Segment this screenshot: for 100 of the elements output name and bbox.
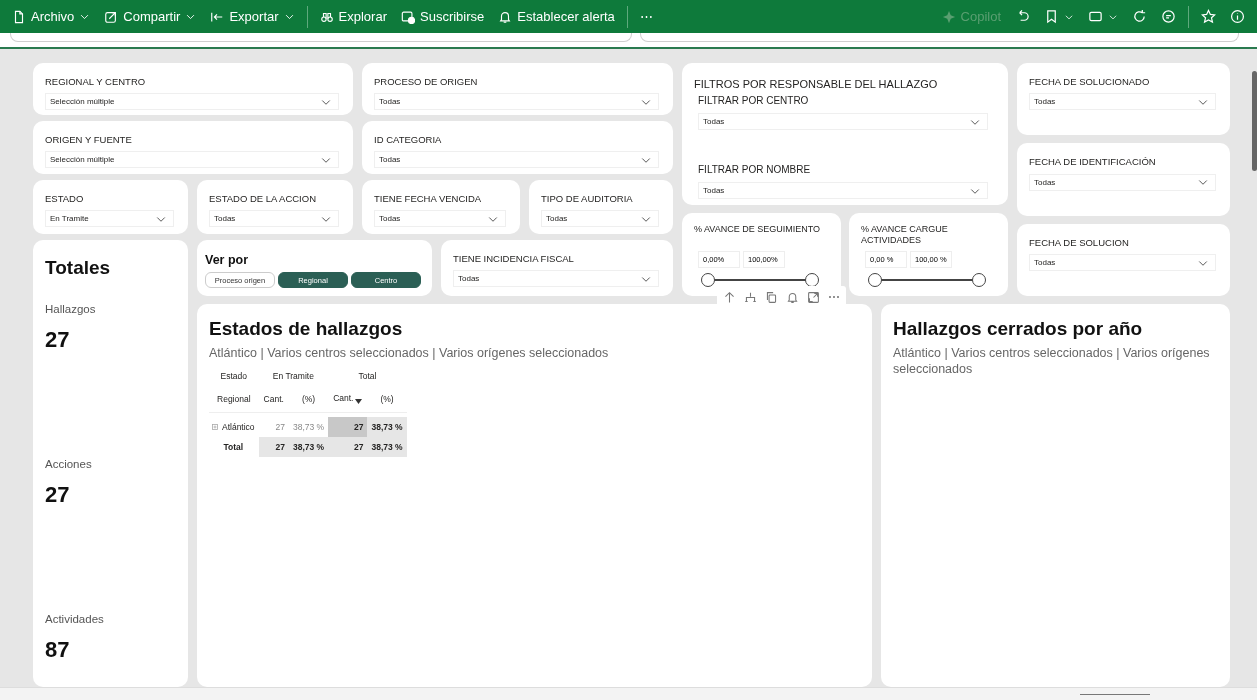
- slicer-label: ESTADO DE LA ACCION: [209, 193, 317, 205]
- more-options-button[interactable]: ⋯: [633, 5, 659, 28]
- dropdown-field[interactable]: Selección múltiple: [45, 151, 339, 169]
- column-header: En Tramite: [271, 370, 315, 384]
- visual-title: Hallazgos cerrados por año: [893, 318, 1144, 340]
- table-cell: 38,73 %: [367, 437, 407, 458]
- dropdown-value: Todas: [1034, 177, 1056, 187]
- dropdown-value: En Tramite: [50, 214, 89, 224]
- table-cell: 38,73 %: [288, 417, 329, 438]
- slider-thumb[interactable]: [805, 273, 819, 287]
- sparkle-icon: [941, 9, 956, 24]
- metric-label: Actividades: [45, 613, 105, 625]
- slider-thumb[interactable]: [972, 273, 986, 287]
- row-header: Total: [223, 442, 244, 453]
- mail-icon: [401, 9, 415, 24]
- slicer-label: PROCESO DE ORIGEN: [374, 76, 479, 88]
- slider-thumb[interactable]: [701, 273, 715, 287]
- up-arrow-icon[interactable]: [723, 290, 736, 304]
- dropdown-field[interactable]: Todas: [374, 93, 659, 111]
- dropdown-value: Todas: [214, 214, 236, 224]
- dropdown-field[interactable]: Todas: [453, 270, 659, 288]
- dropdown-value: Selección múltiple: [50, 155, 115, 165]
- dropdown-field[interactable]: Todas: [209, 210, 339, 228]
- slicer-label: % AVANCE DE SEGUIMIENTO: [694, 224, 822, 236]
- slicer-label: TIENE INCIDENCIA FISCAL: [453, 253, 575, 265]
- refresh-icon: [1132, 9, 1147, 24]
- column-header: Regional: [209, 385, 259, 413]
- table-cell: 27: [258, 417, 289, 438]
- toolbar-menu-button[interactable]: Establecer alerta: [492, 5, 621, 28]
- dropdown-value: Todas: [379, 214, 401, 224]
- slicer-label: TIPO DE AUDITORIA: [541, 193, 634, 205]
- dropdown-value: Todas: [458, 274, 480, 284]
- metric-value: 27: [45, 482, 71, 508]
- card-title: Totales: [45, 257, 112, 279]
- dropdown-value: Todas: [379, 97, 401, 107]
- slicer-label: REGIONAL Y CENTRO: [45, 76, 147, 88]
- slicer-label: FILTRAR POR NOMBRE: [698, 164, 812, 176]
- comment-icon: [1161, 9, 1176, 24]
- table-cell: 27: [258, 437, 289, 458]
- dropdown-field[interactable]: Todas: [698, 113, 988, 130]
- file-icon: [12, 9, 26, 24]
- column-header[interactable]: Cant.: [328, 385, 368, 413]
- dropdown-value: Todas: [379, 155, 401, 165]
- table-cell: 27: [328, 437, 368, 458]
- toolbar-menu-button[interactable]: Compartir: [98, 5, 203, 28]
- dropdown-value: Todas: [1034, 97, 1056, 107]
- dropdown-field[interactable]: Todas: [1029, 173, 1216, 191]
- visual-subtitle: Atlántico | Varios centros seleccionados | Varios orígenes seleccionados: [209, 345, 610, 362]
- filter-group-title: FILTROS POR RESPONSABLE DEL HALLAZGO: [694, 78, 939, 90]
- toolbar-menu-button[interactable]: Explorar: [313, 5, 393, 28]
- visual-subtitle: Atlántico | Varios centros seleccionados | Varios orígenes seleccionados: [893, 345, 1211, 378]
- column-header[interactable]: Cant.: [258, 385, 289, 413]
- more-options-button[interactable]: ⋯: [828, 290, 840, 304]
- dropdown-value: Todas: [1034, 258, 1056, 268]
- slicer-label: % AVANCE CARGUE ACTIVIDADES: [861, 224, 949, 247]
- dropdown-field[interactable]: Todas: [374, 210, 506, 228]
- dropdown-value: Todas: [703, 186, 725, 195]
- slider-thumb[interactable]: [868, 273, 882, 287]
- toolbar-menu-button[interactable]: Archivo: [6, 5, 97, 28]
- column-header: Estado: [219, 370, 249, 384]
- slicer-label: ORIGEN Y FUENTE: [45, 134, 133, 146]
- expand-icon[interactable]: [807, 290, 820, 304]
- slicer-label: ID CATEGORIA: [374, 134, 443, 146]
- table-cell: 38,73 %: [367, 417, 407, 438]
- toolbar-menu-button[interactable]: Exportar: [204, 5, 301, 28]
- metric-label: Hallazgos: [45, 303, 97, 315]
- dropdown-value: Todas: [703, 117, 725, 126]
- slicer-label: FECHA DE SOLUCION: [1029, 236, 1130, 249]
- metric-label: Acciones: [45, 458, 93, 470]
- slicer-label: TIENE FECHA VENCIDA: [374, 193, 483, 205]
- window-icon: [1088, 9, 1103, 24]
- copy-icon[interactable]: [765, 290, 778, 304]
- hierarchy-icon[interactable]: [744, 290, 757, 304]
- dropdown-value: Todas: [546, 214, 568, 224]
- dropdown-field[interactable]: Todas: [1029, 254, 1216, 272]
- dropdown-value: Selección múltiple: [50, 97, 115, 107]
- slicer-label: FECHA DE SOLUCIONADO: [1029, 76, 1151, 88]
- slicer-label: FILTRAR POR CENTRO: [698, 95, 810, 107]
- star-icon: [1201, 9, 1216, 24]
- dropdown-field[interactable]: En Tramite: [45, 210, 174, 228]
- scrollbar-thumb[interactable]: [1252, 71, 1257, 171]
- dropdown-field[interactable]: Todas: [1029, 93, 1216, 111]
- table-cell: 27: [328, 417, 368, 438]
- bell-icon[interactable]: [786, 290, 799, 304]
- dropdown-field[interactable]: Todas: [374, 151, 659, 169]
- metric-value: 87: [45, 637, 71, 663]
- column-header[interactable]: (%): [288, 385, 329, 413]
- metric-value: 27: [45, 327, 71, 353]
- visual-title: Estados de hallazgos: [209, 318, 404, 340]
- bell-icon: [498, 9, 513, 24]
- toolbar-menu-button[interactable]: Suscribirse: [395, 5, 491, 28]
- info-icon: [1230, 9, 1245, 24]
- dropdown-field[interactable]: Todas: [541, 210, 659, 228]
- column-header[interactable]: (%): [367, 385, 407, 413]
- dropdown-field[interactable]: Todas: [698, 182, 988, 199]
- share-icon: [104, 9, 119, 24]
- table-cell: 38,73 %: [288, 437, 329, 458]
- dropdown-field[interactable]: Selección múltiple: [45, 93, 339, 111]
- column-header: Total: [357, 370, 378, 384]
- range-slider[interactable]: [868, 273, 986, 287]
